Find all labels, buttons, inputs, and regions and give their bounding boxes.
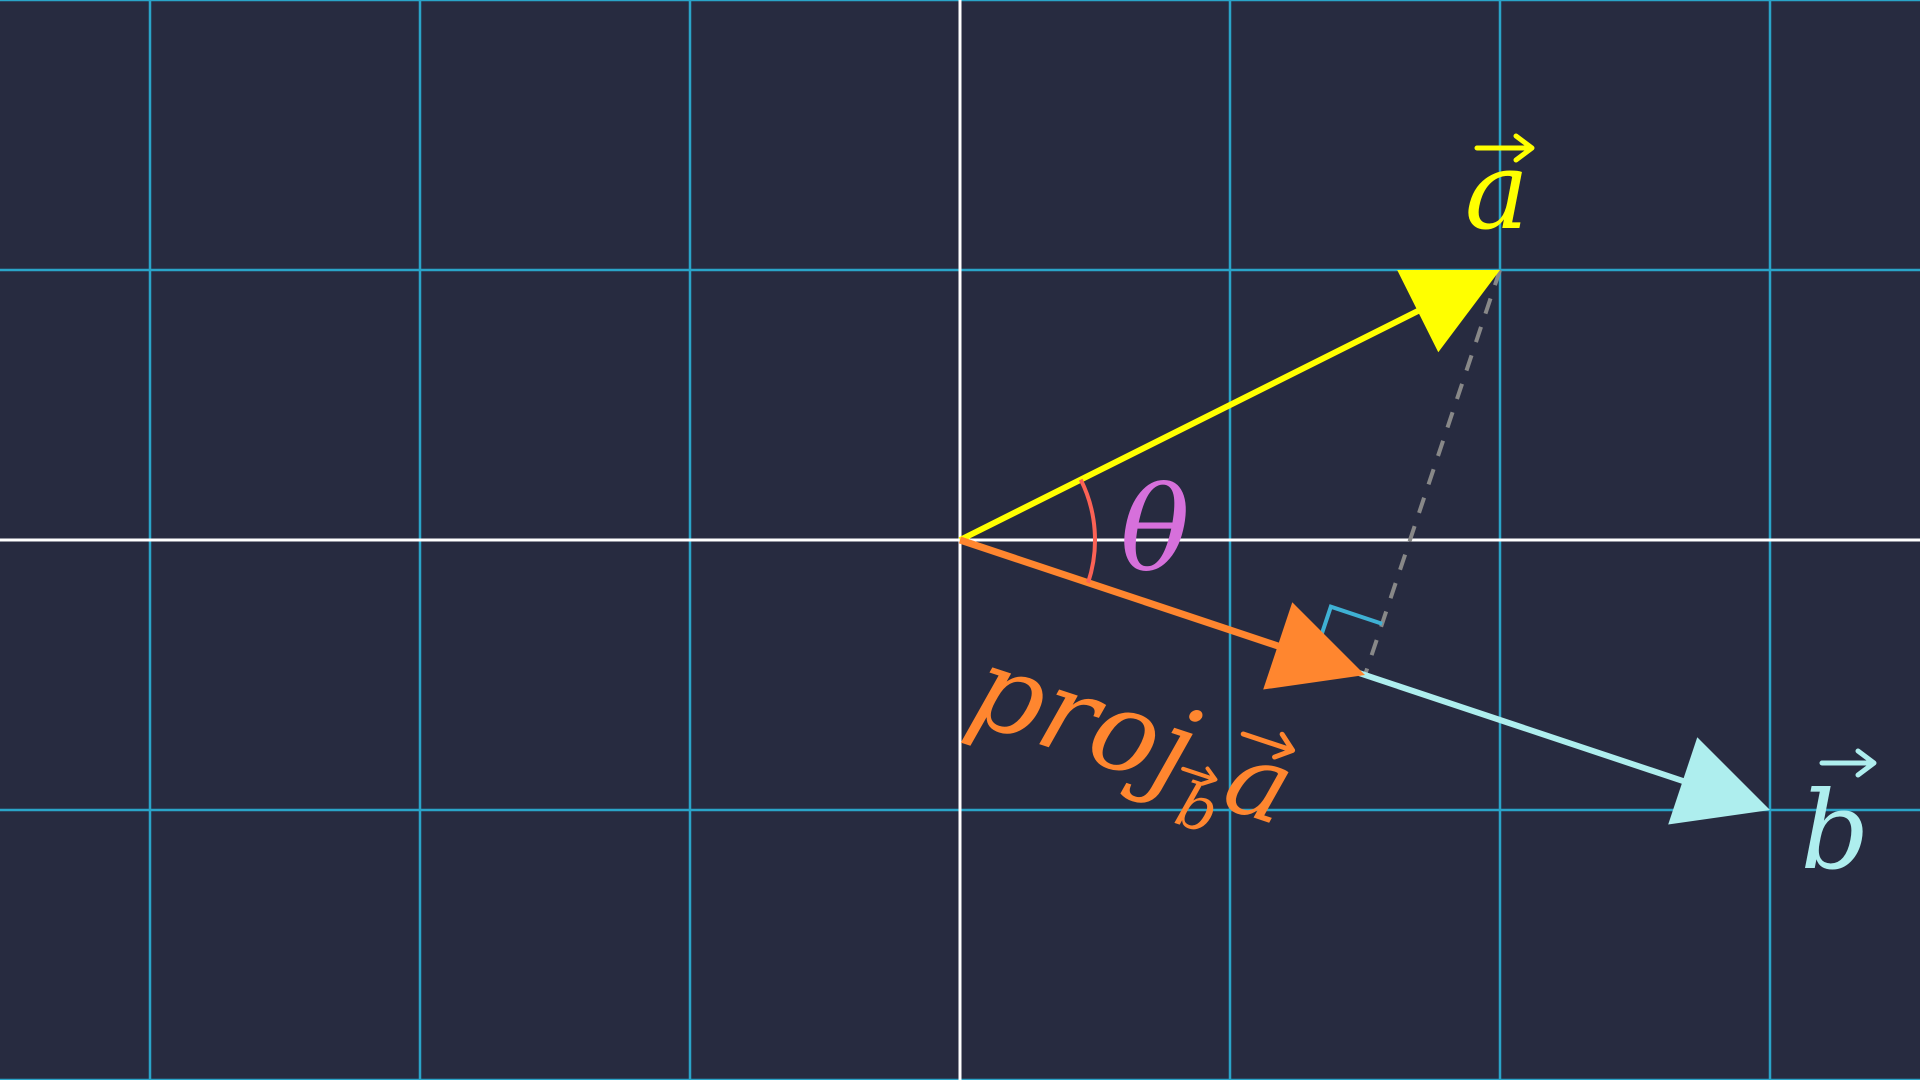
vector-a-label: a xyxy=(1465,129,1535,254)
angle-label: θ xyxy=(1120,463,1190,598)
vector-b-label-text: b xyxy=(1800,769,1869,894)
projection-diagram: a b θ proj b a xyxy=(0,0,1920,1080)
vector-b-label: b xyxy=(1800,748,1877,894)
